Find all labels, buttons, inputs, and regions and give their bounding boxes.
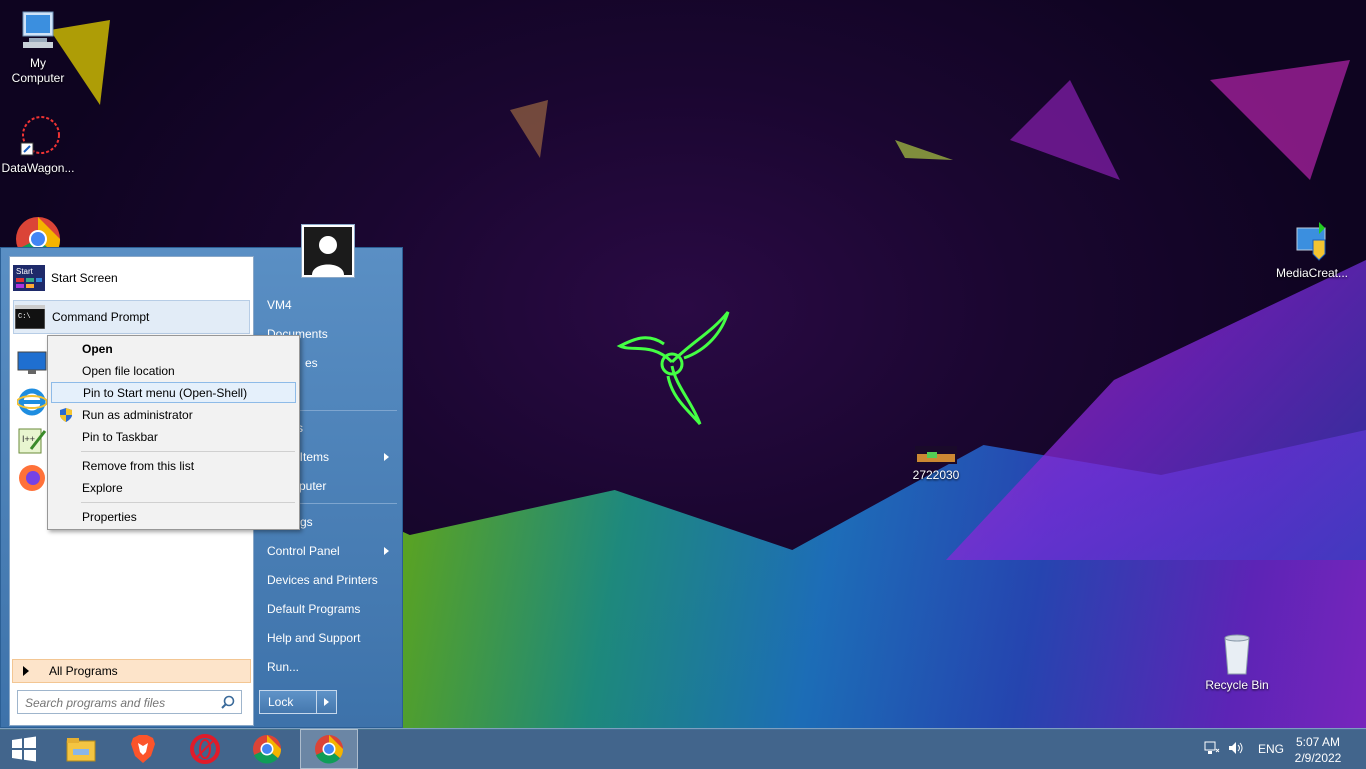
- start-screen-icon: Start: [13, 264, 45, 292]
- chevron-right-icon: [324, 698, 329, 706]
- notepad-plus-plus-icon[interactable]: I++: [17, 425, 47, 458]
- all-programs-label: All Programs: [49, 664, 118, 678]
- wallpaper-shard: [1210, 60, 1350, 180]
- taskbar-clock[interactable]: 5:07 AM 2/9/2022: [1288, 734, 1348, 766]
- volume-icon[interactable]: [1228, 741, 1244, 758]
- place-label: Run...: [267, 660, 300, 674]
- submenu-arrow-icon: [384, 547, 389, 555]
- ctx-run-as-administrator[interactable]: Run as administrator: [51, 404, 296, 425]
- desktop-icon-label: 2722030: [912, 468, 960, 482]
- ctx-item-label: Run as administrator: [82, 407, 193, 422]
- recycle-bin-icon: [1214, 630, 1260, 676]
- start-menu-default-programs[interactable]: Default Programs: [259, 596, 399, 622]
- divider: [81, 451, 295, 452]
- place-label: Devices and Printers: [267, 573, 378, 587]
- file-explorer-icon: [66, 738, 96, 762]
- all-programs-button[interactable]: All Programs: [12, 659, 251, 683]
- taskbar-chrome-active[interactable]: [300, 729, 358, 769]
- start-menu-control-panel[interactable]: Control Panel: [259, 538, 399, 564]
- taskbar-file-explorer[interactable]: [52, 729, 110, 769]
- desktop-icon-my-computer[interactable]: My Computer: [0, 8, 76, 86]
- clock-date: 2/9/2022: [1294, 751, 1342, 765]
- start-menu-item-start-screen[interactable]: Start Start Screen: [13, 261, 250, 295]
- start-menu-item-command-prompt[interactable]: C:\ Command Prompt: [13, 300, 250, 334]
- opera-icon: [190, 734, 220, 764]
- svg-text:I++: I++: [22, 434, 35, 444]
- chrome-icon: [253, 735, 282, 764]
- divider: [81, 502, 295, 503]
- windows-start-icon: [12, 736, 36, 762]
- expand-arrow-icon: [23, 666, 29, 676]
- place-label: Help and Support: [267, 631, 361, 645]
- clock-time: 5:07 AM: [1295, 735, 1341, 749]
- desktop-icon-2722030[interactable]: 2722030: [898, 442, 974, 483]
- ctx-remove-from-list[interactable]: Remove from this list: [51, 455, 296, 476]
- user-avatar[interactable]: [301, 224, 355, 278]
- desktop-icon-label: MediaCreat...: [1275, 266, 1349, 280]
- start-menu-help-support[interactable]: Help and Support: [259, 625, 399, 651]
- svg-text:C:\: C:\: [18, 313, 31, 321]
- ctx-open-file-location[interactable]: Open file location: [51, 360, 296, 381]
- wallpaper-shards-right: [946, 260, 1366, 560]
- my-computer-icon: [15, 8, 61, 54]
- taskbar-brave[interactable]: [114, 729, 172, 769]
- system-tray: ENG: [1204, 729, 1284, 769]
- network-icon[interactable]: [1204, 741, 1220, 758]
- ctx-open[interactable]: Open: [51, 338, 296, 359]
- uac-shield-icon: [59, 408, 73, 425]
- desktop-icon-mediacreation[interactable]: MediaCreat...: [1274, 218, 1350, 281]
- desktop-icon-label: Recycle Bin: [1205, 678, 1269, 692]
- place-label: Default Programs: [267, 602, 361, 616]
- taskbar-chrome[interactable]: [238, 729, 296, 769]
- monitor-icon[interactable]: [17, 351, 47, 378]
- ctx-properties[interactable]: Properties: [51, 506, 296, 527]
- svg-text:Start: Start: [16, 267, 34, 276]
- datawagon-icon: [15, 113, 61, 159]
- wallpaper-shard: [1010, 80, 1120, 180]
- lock-button[interactable]: Lock: [259, 690, 337, 714]
- desktop-icon-label: DataWagon...: [1, 161, 75, 175]
- desktop-icon-datawagon[interactable]: DataWagon...: [0, 113, 76, 176]
- desktop-icon-recycle-bin[interactable]: Recycle Bin: [1199, 630, 1275, 693]
- windows-start-button[interactable]: [0, 729, 48, 769]
- search-input[interactable]: [23, 692, 217, 714]
- ctx-pin-to-start-menu[interactable]: Pin to Start menu (Open-Shell): [51, 382, 296, 403]
- image-file-icon: [913, 442, 959, 466]
- taskbar: ENG 5:07 AM 2/9/2022: [0, 728, 1366, 769]
- desktop-icon-label: My Computer: [11, 56, 65, 85]
- context-menu: Open Open file location Pin to Start men…: [47, 335, 300, 530]
- firefox-icon[interactable]: [17, 463, 47, 496]
- brave-icon: [131, 735, 155, 763]
- lock-label: Lock: [260, 691, 317, 713]
- wallpaper-shard: [510, 100, 548, 158]
- start-menu-item-label: Start Screen: [51, 271, 118, 285]
- language-indicator[interactable]: ENG: [1258, 742, 1284, 756]
- ctx-explore[interactable]: Explore: [51, 477, 296, 498]
- wallpaper-shard: [895, 140, 953, 160]
- start-menu-user-vm4[interactable]: VM4: [259, 292, 399, 318]
- place-label: Control Panel: [267, 544, 340, 558]
- start-menu-devices-printers[interactable]: Devices and Printers: [259, 567, 399, 593]
- search-icon[interactable]: [221, 695, 235, 712]
- desktop-chrome-icon[interactable]: [15, 216, 61, 262]
- chrome-active-icon: [315, 735, 344, 764]
- shutdown-options-arrow[interactable]: [317, 691, 336, 713]
- start-menu-run[interactable]: Run...: [259, 654, 399, 680]
- search-programs-box[interactable]: [17, 690, 242, 714]
- start-menu-item-label: Command Prompt: [52, 310, 150, 324]
- taskbar-opera[interactable]: [176, 729, 234, 769]
- user-silhouette-icon: [304, 227, 352, 275]
- place-label: VM4: [267, 298, 292, 312]
- razer-logo: [616, 311, 730, 425]
- submenu-arrow-icon: [384, 453, 389, 461]
- ctx-pin-to-taskbar[interactable]: Pin to Taskbar: [51, 426, 296, 447]
- media-creation-tool-icon: [1289, 218, 1335, 264]
- internet-explorer-icon[interactable]: [16, 387, 48, 420]
- command-prompt-icon: C:\: [14, 303, 46, 331]
